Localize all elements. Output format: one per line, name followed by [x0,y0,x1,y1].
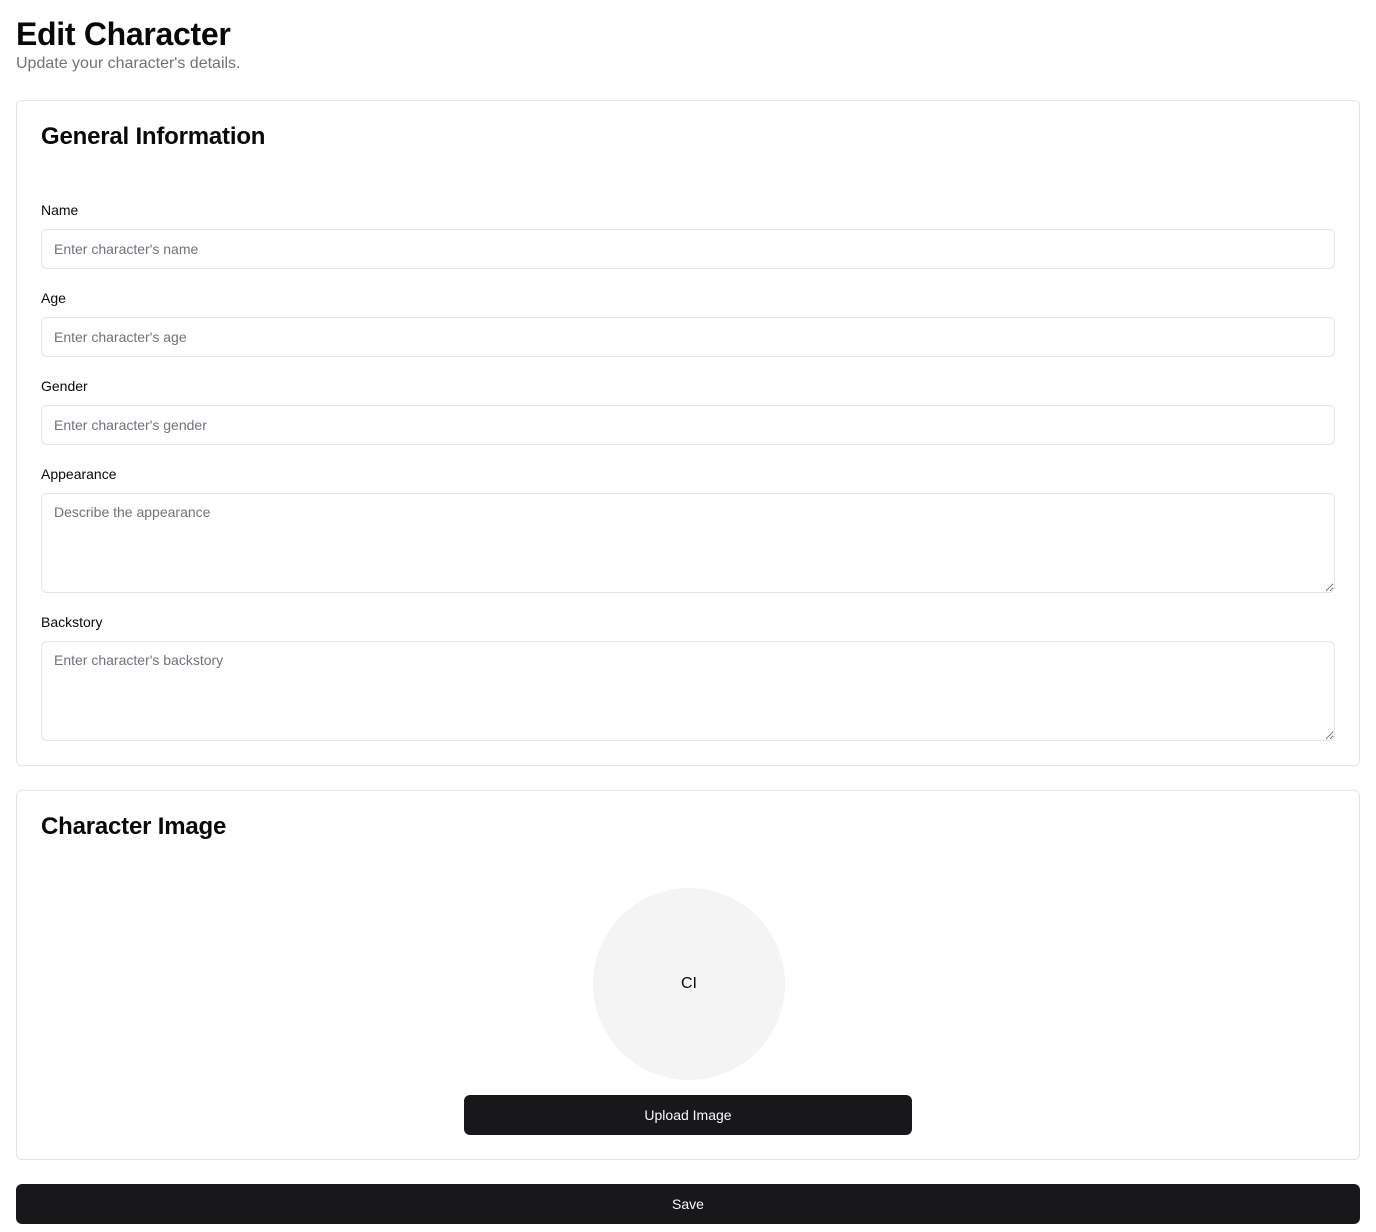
general-information-card: General Information Name Age Gender Appe… [16,100,1360,766]
upload-image-button[interactable]: Upload Image [464,1095,912,1135]
page-title: Edit Character [16,16,231,52]
avatar-initials: CI [681,975,697,992]
age-input[interactable] [41,317,1335,357]
backstory-label: Backstory [41,614,103,630]
name-label: Name [41,202,79,218]
backstory-textarea[interactable] [41,641,1335,741]
gender-label: Gender [41,378,88,394]
gender-input[interactable] [41,405,1335,445]
save-button[interactable]: Save [16,1184,1360,1224]
appearance-textarea[interactable] [41,493,1335,593]
appearance-label: Appearance [41,466,117,482]
character-image-title: Character Image [41,813,227,840]
page-subtitle: Update your character's details. [16,55,241,72]
general-information-title: General Information [41,123,266,150]
age-label: Age [41,290,66,306]
avatar: CI [593,888,785,1080]
character-image-card: Character Image CI Upload Image [16,790,1360,1160]
name-input[interactable] [41,229,1335,269]
